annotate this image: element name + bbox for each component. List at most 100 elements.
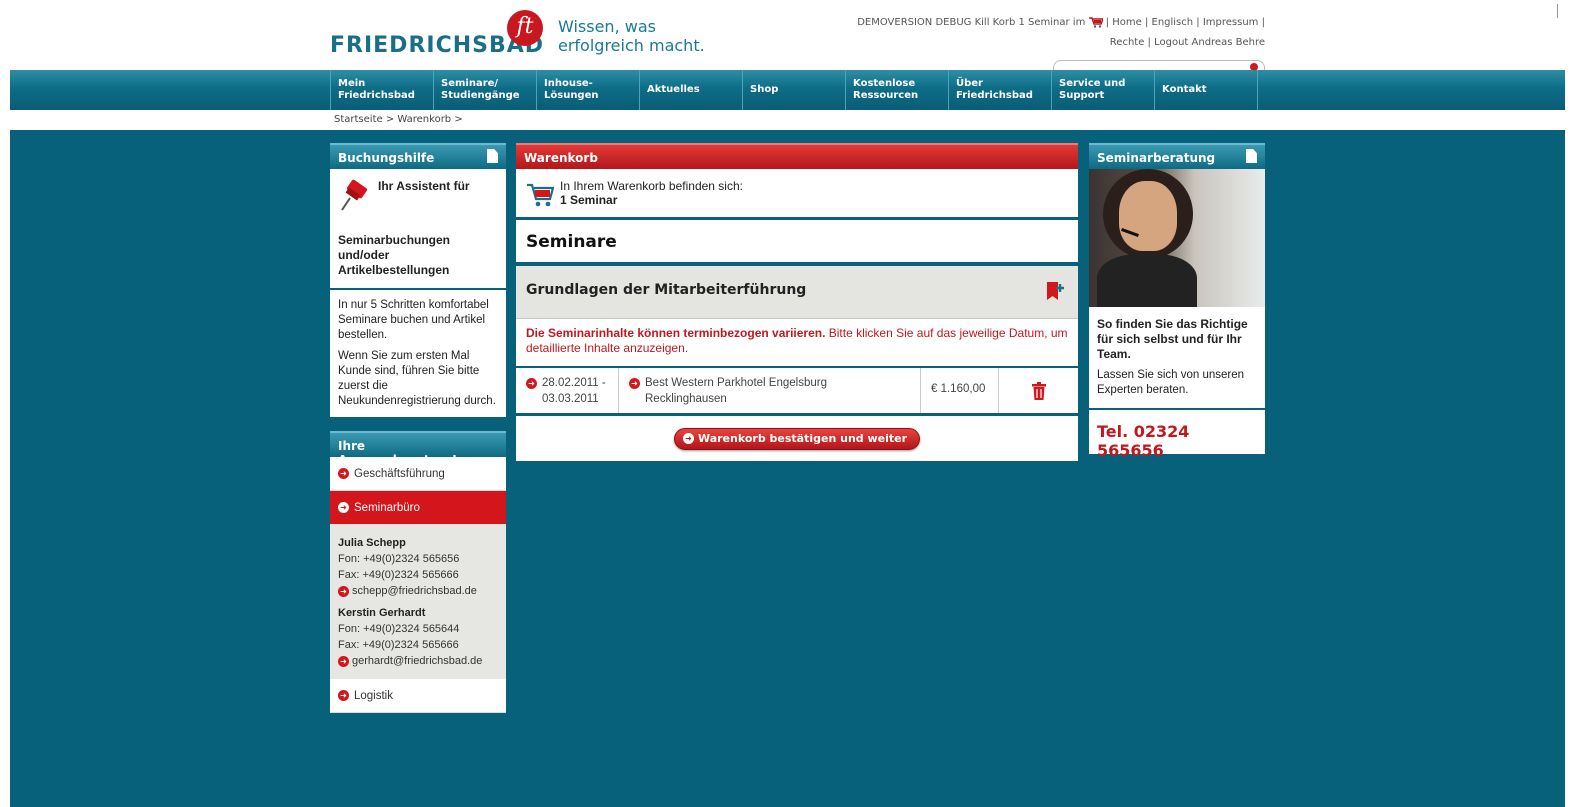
english-link[interactable]: Englisch	[1152, 17, 1194, 28]
person-phone: Fon: +49(0)2324 565644	[338, 623, 460, 635]
contacts-header: Ihre AnsprechpartnerInnen	[330, 431, 506, 467]
person-fax: Fax: +49(0)2324 565666	[338, 639, 459, 651]
date-link[interactable]: ➜ 28.02.2011 - 03.03.2011	[516, 368, 619, 413]
consultant-photo	[1089, 169, 1265, 307]
arrow-right-icon: ➜	[338, 585, 349, 597]
date-start: 28.02.2011 -	[542, 377, 606, 389]
confirm-area: ➜ Warenkorb bestätigen und weiter	[516, 416, 1078, 461]
venue-name: Best Western Parkhotel Engelsburg	[645, 377, 827, 389]
phone-number: Tel. 02324 565656	[1089, 410, 1265, 460]
slogan: Wissen, was erfolgreich macht.	[558, 17, 705, 55]
brand-logo[interactable]: FRIEDRICHSBAD ft	[330, 10, 543, 60]
content-notice: Die Seminarinhalte können terminbezogen …	[516, 319, 1078, 368]
nav-aktuelles[interactable]: Aktuelles	[640, 70, 743, 110]
contact-item-label: Seminarbüro	[354, 501, 420, 514]
cart-info-line: In Ihrem Warenkorb befinden sich:	[560, 179, 743, 193]
advice-header: Seminarberatung	[1089, 143, 1265, 169]
venue-city: Recklinghausen	[645, 393, 727, 405]
nav-seminare[interactable]: Seminare/Studiengänge	[434, 70, 537, 110]
nav-label: Aktuelles	[647, 84, 700, 95]
person-email-link[interactable]: ➜ gerhardt@friedrichsbad.de	[338, 653, 498, 669]
arrow-right-icon: ➜	[629, 378, 640, 389]
logo-mark-icon: ft	[507, 10, 543, 46]
nav-label: Mein	[338, 78, 366, 89]
left-sidebar: Buchungshilfe Ihr Assistent für Seminarb…	[330, 143, 506, 713]
nav-label: Studiengänge	[441, 90, 520, 101]
arrow-right-icon: ➜	[338, 468, 349, 479]
nav-mein-friedrichsbad[interactable]: Mein Friedrichsbad	[331, 70, 434, 110]
cart-summary: In Ihrem Warenkorb befinden sich: 1 Semi…	[516, 169, 1078, 220]
breadcrumb[interactable]: Startseite > Warenkorb >	[334, 114, 463, 125]
arrow-right-icon: ➜	[526, 378, 537, 389]
pin-icon	[341, 179, 368, 211]
cart-count: 1 Seminar	[560, 193, 618, 207]
main-nav: Mein Friedrichsbad Seminare/Studiengänge …	[330, 70, 1258, 110]
nav-label: Shop	[750, 84, 779, 95]
advice-title: So finden Sie das Richtige für sich selb…	[1097, 317, 1248, 361]
confirm-cart-button[interactable]: ➜ Warenkorb bestätigen und weiter	[673, 427, 921, 450]
debug-cart-status: DEMOVERSION DEBUG Kill Korb 1 Seminar im	[857, 17, 1086, 28]
cart-icon[interactable]	[1088, 16, 1103, 28]
nav-label: Über	[956, 78, 983, 89]
trash-icon[interactable]	[1031, 381, 1046, 400]
nav-kontakt[interactable]: Kontakt	[1155, 70, 1258, 110]
slogan-line-1: Wissen, was	[558, 17, 656, 36]
arrow-right-icon: ➜	[682, 433, 694, 444]
advice-box: So finden Sie das Richtige für sich selb…	[1089, 307, 1265, 410]
home-link[interactable]: Home	[1112, 17, 1142, 28]
impressum-link[interactable]: Impressum	[1203, 17, 1259, 28]
course-title[interactable]: Grundlagen der Mitarbeiterführung	[526, 282, 806, 298]
nav-label: Lösungen	[544, 90, 599, 101]
right-sidebar: Seminarberatung So finden Sie das Richti…	[1089, 143, 1265, 460]
assistant-subtitle: Seminarbuchungen und/oder Artikelbestell…	[338, 233, 451, 277]
course-header: Grundlagen der Mitarbeiterführung	[516, 266, 1078, 319]
date-end: 03.03.2011	[542, 393, 599, 405]
logout-link[interactable]: Logout Andreas Behre	[1154, 37, 1265, 48]
contact-item-label: Logistik	[354, 689, 393, 702]
nav-ueber[interactable]: Über Friedrichsbad	[949, 70, 1052, 110]
cart-panel: Warenkorb In Ihrem Warenkorb befinden si…	[516, 143, 1078, 461]
person-email-link[interactable]: ➜ schepp@friedrichsbad.de	[338, 583, 498, 599]
email-text: schepp@friedrichsbad.de	[352, 585, 477, 597]
scrollbar[interactable]	[1557, 4, 1563, 18]
contact-person: Kerstin Gerhardt Fon: +49(0)2324 565644 …	[338, 605, 498, 669]
nav-ressourcen[interactable]: Kostenlose Ressourcen	[846, 70, 949, 110]
contacts-title: Ihre AnsprechpartnerInnen	[338, 439, 491, 467]
nav-inhouse[interactable]: Inhouse- Lösungen	[537, 70, 640, 110]
shopping-cart-icon	[527, 183, 554, 207]
cart-row: ➜ 28.02.2011 - 03.03.2011 ➜ Best Western …	[516, 368, 1078, 416]
top-links: DEMOVERSION DEBUG Kill Korb 1 Seminar im…	[857, 16, 1265, 48]
price: € 1.160,00	[921, 368, 999, 413]
nav-label: Seminare/	[441, 78, 499, 89]
contact-item-logistik[interactable]: ➜ Logistik	[330, 679, 506, 713]
section-title: Seminare	[516, 220, 1078, 266]
bookmark-add-icon[interactable]	[1044, 280, 1066, 302]
nav-label: Support	[1059, 90, 1105, 101]
confirm-label: Warenkorb bestätigen und weiter	[697, 432, 908, 445]
contact-item-label: Geschäftsführung	[354, 467, 445, 480]
person-fax: Fax: +49(0)2324 565666	[338, 569, 459, 581]
document-icon[interactable]	[1246, 149, 1257, 163]
arrow-down-icon: ➜	[338, 502, 349, 513]
nav-label: Inhouse-	[544, 78, 593, 89]
contact-item-seminarbuero[interactable]: ➜ Seminarbüro	[330, 491, 506, 525]
assistant-description: In nur 5 Schritten komfortabel Seminare …	[330, 290, 506, 417]
advice-header-title: Seminarberatung	[1097, 151, 1216, 165]
email-text: gerhardt@friedrichsbad.de	[352, 655, 483, 667]
booking-assistant[interactable]: Ihr Assistent für Seminarbuchungen und/o…	[330, 169, 506, 290]
venue-link[interactable]: ➜ Best Western Parkhotel Engelsburg Reckl…	[619, 368, 921, 413]
cart-title: Warenkorb	[524, 151, 598, 165]
nav-shop[interactable]: Shop	[743, 70, 846, 110]
arrow-right-icon: ➜	[338, 690, 349, 701]
document-icon[interactable]	[487, 149, 498, 163]
person-name: Kerstin Gerhardt	[338, 607, 426, 619]
notice-bold: Die Seminarinhalte können terminbezogen …	[526, 326, 826, 340]
assistant-text-2: Wenn Sie zum ersten Mal Kunde sind, führ…	[338, 350, 496, 407]
rechte-link[interactable]: Rechte	[1110, 37, 1145, 48]
nav-label: Ressourcen	[853, 90, 919, 101]
assistant-text-1: In nur 5 Schritten komfortabel Seminare …	[338, 299, 489, 341]
booking-help-title: Buchungshilfe	[338, 151, 435, 165]
breadcrumb-bar: Startseite > Warenkorb >	[10, 110, 1565, 130]
nav-service[interactable]: Service und Support	[1052, 70, 1155, 110]
contact-person: Julia Schepp Fon: +49(0)2324 565656 Fax:…	[338, 535, 498, 599]
